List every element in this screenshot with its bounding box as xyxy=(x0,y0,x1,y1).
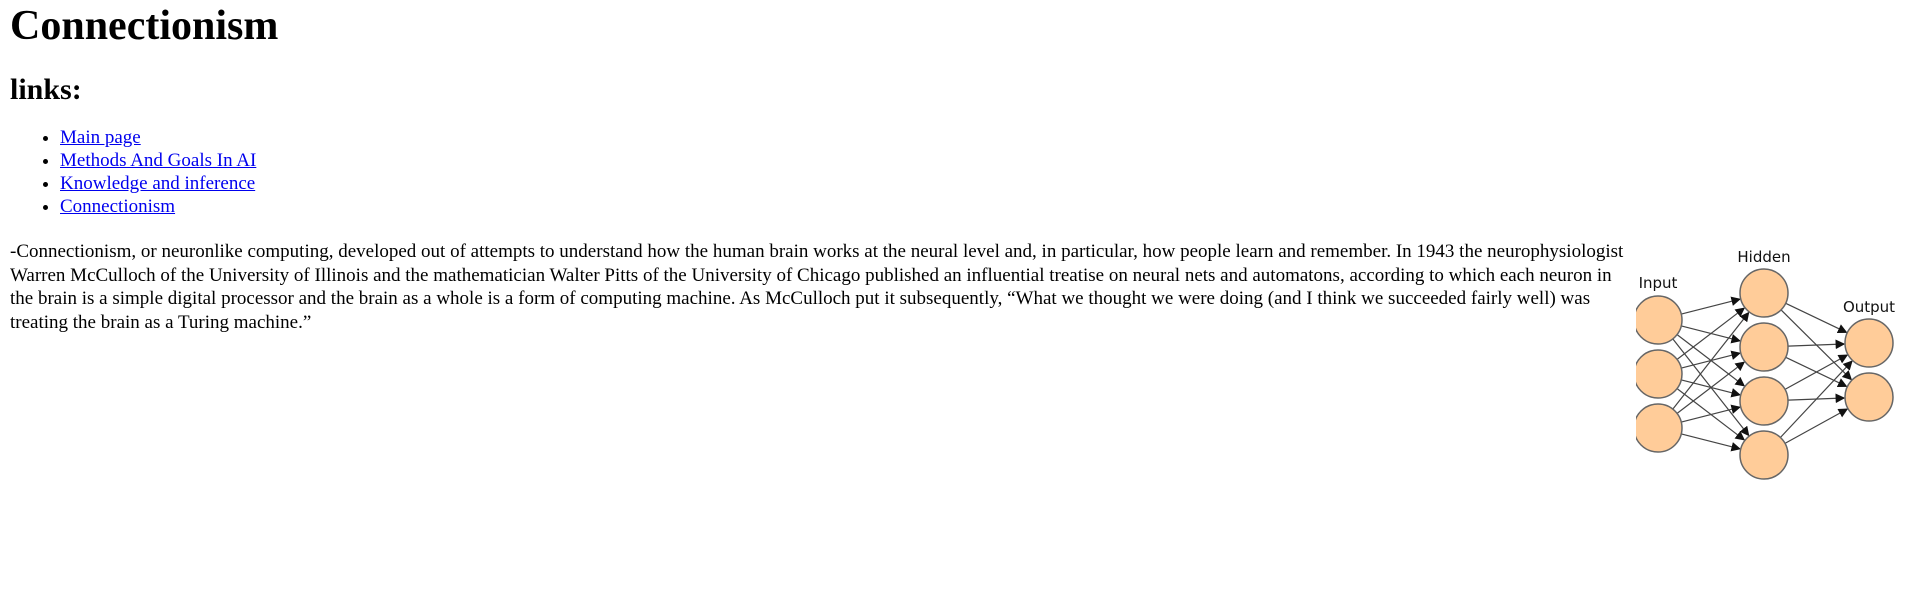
article-paragraph: Input Hidden Output -Connectionism, or neu… xyxy=(10,240,1901,480)
input-node xyxy=(1636,295,1683,345)
output-label: Output xyxy=(1843,298,1895,316)
list-item: Methods And Goals In AI xyxy=(60,149,1901,172)
output-node xyxy=(1844,372,1894,422)
link-main-page[interactable]: Main page xyxy=(60,127,141,148)
link-methods-and-goals[interactable]: Methods And Goals In AI xyxy=(60,150,256,171)
input-node xyxy=(1636,403,1683,453)
connection-arrow xyxy=(1785,302,1848,334)
connection-arrow xyxy=(1681,433,1741,452)
link-knowledge-and-inference[interactable]: Knowledge and inference xyxy=(60,173,255,194)
hidden-label: Hidden xyxy=(1737,248,1790,266)
links-list: Main page Methods And Goals In AI Knowle… xyxy=(10,126,1901,218)
hidden-node xyxy=(1739,430,1789,480)
neural-network-svg: Input Hidden Output xyxy=(1636,248,1895,480)
hidden-node xyxy=(1739,376,1789,426)
page-title: Connectionism xyxy=(10,3,279,49)
list-item: Knowledge and inference xyxy=(60,172,1901,195)
connection-arrow xyxy=(1681,404,1741,423)
hidden-node xyxy=(1739,268,1789,318)
input-label: Input xyxy=(1639,274,1678,292)
output-node xyxy=(1844,318,1894,368)
list-item: Main page xyxy=(60,126,1901,149)
list-item: Connectionism xyxy=(60,195,1901,218)
links-heading: links: xyxy=(10,73,82,106)
article-text: -Connectionism, or neuronlike computing,… xyxy=(10,241,1624,333)
connection-arrow xyxy=(1676,361,1746,414)
input-node xyxy=(1636,349,1683,399)
page: Connectionism links: Main page Methods A… xyxy=(0,0,1911,610)
neural-network-diagram: Input Hidden Output xyxy=(1636,240,1901,485)
connection-arrow xyxy=(1676,307,1746,360)
connection-arrow xyxy=(1784,408,1849,444)
hidden-node xyxy=(1739,322,1789,372)
connection-arrow xyxy=(1784,354,1849,390)
connection-arrow xyxy=(1681,296,1741,315)
link-connectionism[interactable]: Connectionism xyxy=(60,196,175,217)
